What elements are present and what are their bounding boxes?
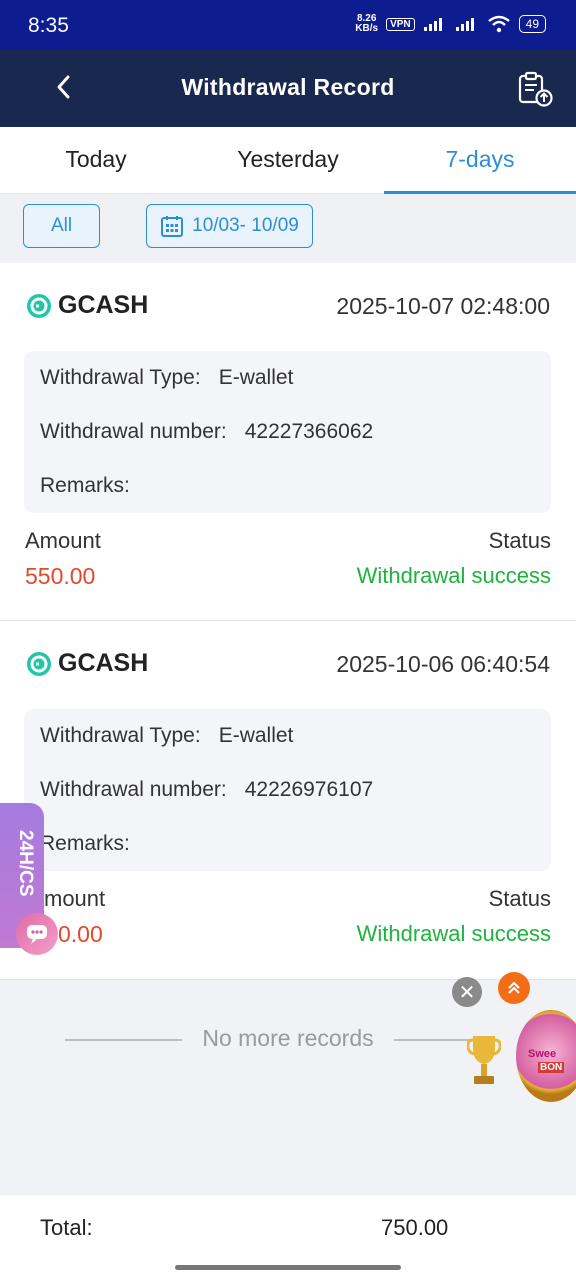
status-time: 8:35 (28, 14, 69, 37)
battery-indicator: 49 (518, 15, 546, 33)
wifi-icon (487, 15, 510, 33)
gcash-icon (27, 651, 51, 676)
page-title: Withdrawal Record (181, 74, 395, 100)
remarks-label: Remarks: (40, 832, 130, 855)
withdrawal-number-value: 42226976107 (244, 778, 374, 801)
status-label: Status (488, 886, 551, 911)
chat-button[interactable] (16, 913, 58, 955)
withdrawal-number-label: Withdrawal number: (40, 420, 227, 443)
record-details: Withdrawal Type: E-wallet Withdrawal numb… (24, 709, 551, 871)
promo-line-2: BON (538, 1062, 565, 1073)
withdrawal-number-value: 42227366062 (244, 420, 374, 443)
withdrawal-type-row: Withdrawal Type: E-wallet (40, 724, 293, 748)
tab-today[interactable]: Today (0, 127, 192, 193)
vpn-badge: VPN (386, 17, 415, 31)
withdrawal-number-row: Withdrawal number: 42227366062 (40, 420, 373, 444)
amount-value: 550.00 (25, 563, 96, 589)
chat-icon (27, 925, 47, 944)
withdrawal-type-row: Withdrawal Type: E-wallet (40, 366, 293, 390)
signal-icon (423, 18, 442, 31)
record-upload-icon[interactable] (516, 70, 554, 108)
record-datetime: 2025-10-07 02:48:00 (336, 293, 550, 319)
total-footer: Total: 750.00 (0, 1195, 576, 1280)
close-icon[interactable]: ✕ (452, 977, 482, 1007)
customer-service-label: 24H/CS (15, 830, 36, 897)
gcash-icon (27, 293, 51, 318)
status-icons: 8.26 KB/s VPN 49 (355, 14, 546, 34)
total-value: 750.00 (381, 1215, 449, 1240)
calendar-icon (161, 216, 184, 237)
status-value: Withdrawal success (356, 921, 551, 946)
date-range-label: 10/03- 10/09 (192, 215, 299, 236)
app-header: Withdrawal Record (0, 50, 576, 127)
withdrawal-type-value: E-wallet (218, 366, 294, 389)
amount-label: mount (44, 886, 106, 911)
status-value: Withdrawal success (356, 563, 551, 588)
amount-value: 0.00 (58, 921, 103, 947)
date-tabs: Today Yesterday 7-days (0, 127, 576, 194)
total-label: Total: (40, 1215, 93, 1240)
status-label: Status (488, 528, 551, 553)
filter-all-label: All (50, 215, 73, 236)
withdrawal-number-row: Withdrawal number: 42226976107 (40, 778, 373, 802)
amount-label: Amount (25, 528, 101, 553)
withdrawal-type-value: E-wallet (218, 724, 294, 747)
payment-method-name: GCASH (58, 291, 149, 319)
tab-yesterday[interactable]: Yesterday (192, 127, 384, 193)
remarks-row: Remarks: (40, 832, 130, 856)
record-card[interactable]: GCASH 2025-10-06 06:40:54 Withdrawal Typ… (0, 621, 576, 980)
speed-unit: KB/s (355, 23, 379, 34)
payment-method: GCASH (26, 291, 148, 320)
status-bar: 8:35 8.26 KB/s VPN 49 (0, 0, 576, 50)
remarks-label: Remarks: (40, 474, 130, 497)
network-speed: 8.26 KB/s (355, 14, 378, 34)
double-chevron-up-icon[interactable] (498, 972, 530, 1004)
payment-method: GCASH (26, 649, 148, 678)
filter-bar: All 10/03- 10/09 (0, 194, 576, 262)
trophy-icon[interactable] (467, 1030, 501, 1090)
record-card[interactable]: GCASH 2025-10-07 02:48:00 Withdrawal Typ… (0, 263, 576, 621)
withdrawal-number-label: Withdrawal number: (40, 778, 227, 801)
payment-method-name: GCASH (58, 649, 149, 677)
filter-all-button[interactable]: All (23, 204, 100, 248)
home-indicator[interactable] (175, 1265, 401, 1270)
withdrawal-type-label: Withdrawal Type: (40, 366, 201, 389)
promo-line-1: Swee (528, 1048, 557, 1060)
date-range-button[interactable]: 10/03- 10/09 (146, 204, 313, 248)
record-details: Withdrawal Type: E-wallet Withdrawal numb… (24, 351, 551, 513)
promo-banner[interactable]: Swee BON (516, 1010, 576, 1102)
signal-icon-2 (455, 18, 474, 31)
remarks-row: Remarks: (40, 474, 130, 498)
record-datetime: 2025-10-06 06:40:54 (336, 651, 550, 677)
tab-7-days[interactable]: 7-days (384, 127, 576, 194)
withdrawal-type-label: Withdrawal Type: (40, 724, 201, 747)
